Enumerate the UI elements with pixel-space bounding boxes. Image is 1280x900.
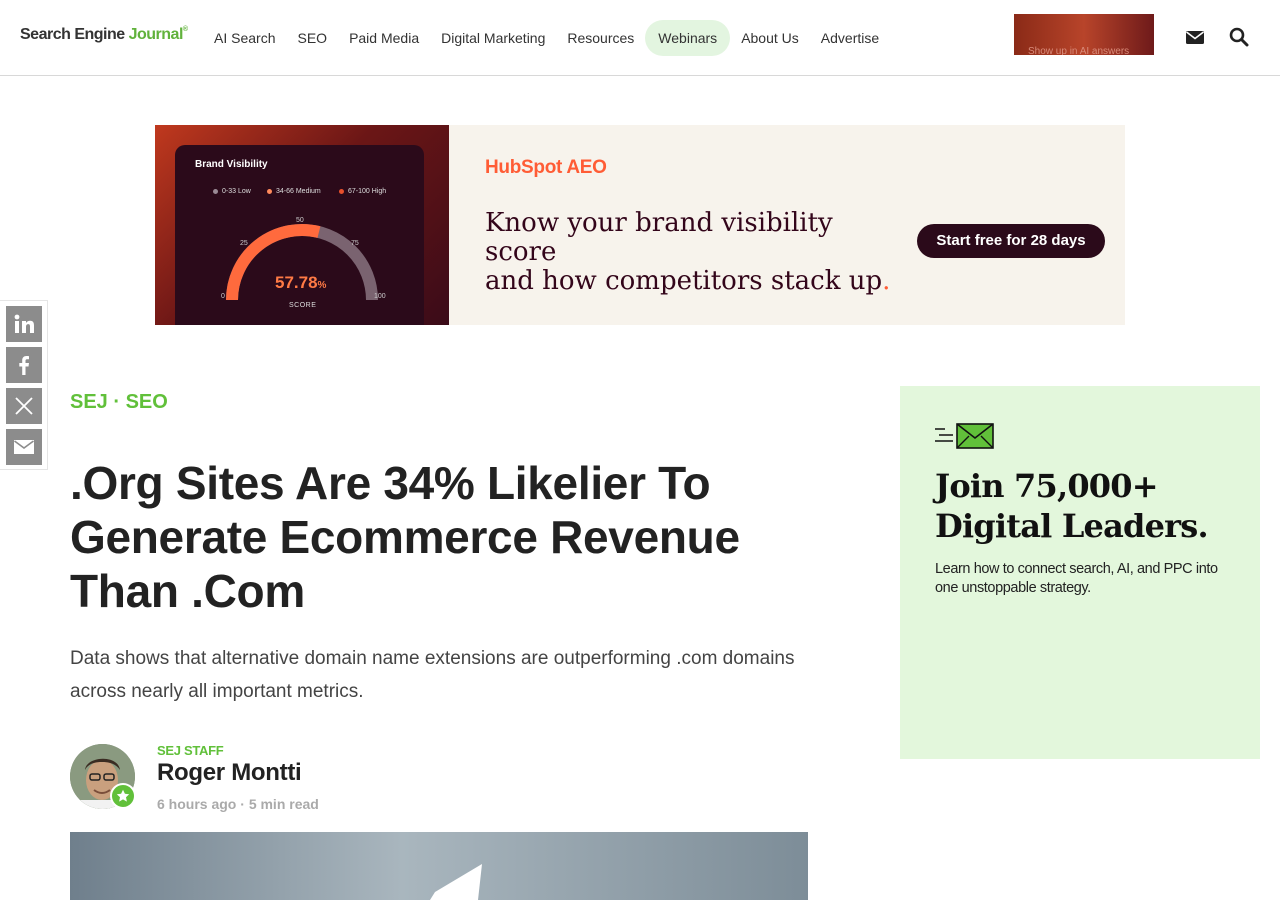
legend-low-label: 0-33 Low <box>222 188 251 195</box>
gauge-value-number: 57.78 <box>275 273 318 292</box>
star-icon <box>116 789 130 802</box>
search-icon[interactable] <box>1229 27 1249 47</box>
linkedin-icon <box>14 314 34 333</box>
article-title: .Org Sites Are 34% Likelier To Generate … <box>70 457 740 617</box>
gauge-tick-0: 0 <box>221 293 225 300</box>
x-icon <box>15 397 33 415</box>
gauge-tick-75: 75 <box>351 240 359 247</box>
hubspot-brand: HubSpot <box>485 157 563 178</box>
gauge-value: 57.78% <box>275 273 326 293</box>
logo-registered-mark: ® <box>182 26 188 33</box>
nav-item-webinars[interactable]: Webinars <box>645 20 731 56</box>
gauge-value-unit: % <box>317 280 327 291</box>
ad-headline: Know your brand visibility score and how … <box>485 209 905 296</box>
banner-ad[interactable]: Brand Visibility 0-33 Low 34-66 Medium 6… <box>155 125 1125 325</box>
dashboard-title: Brand Visibility <box>195 159 268 170</box>
legend-low: 0-33 Low <box>213 188 251 195</box>
ad-headline-line2: and how competitors stack up <box>485 266 883 296</box>
legend-medium-label: 34-66 Medium <box>276 188 321 195</box>
social-share-bar <box>0 300 48 470</box>
promo-text: Learn how to connect search, AI, and PPC… <box>935 561 1218 596</box>
hubspot-aeo: AEO <box>566 157 607 178</box>
author-role: SEJ STAFF <box>157 743 224 758</box>
share-linkedin-button[interactable] <box>6 306 42 342</box>
nav-item-ai-search[interactable]: AI Search <box>203 20 286 56</box>
share-email-button[interactable] <box>6 429 42 465</box>
article-category[interactable]: SEJ · SEO <box>70 391 168 414</box>
site-logo[interactable]: Search Engine Journal® <box>20 26 188 44</box>
article-meta: 6 hours ago · 5 min read <box>157 796 319 812</box>
article-hero-image <box>70 832 808 900</box>
promo-title: Join 75,000+ Digital Leaders. <box>935 467 1209 545</box>
nav-item-seo[interactable]: SEO <box>286 20 338 56</box>
ad-headline-line1: Know your brand visibility score <box>485 208 833 267</box>
ad-headline-dot: . <box>882 266 891 296</box>
main-nav: AI Search SEO Paid Media Digital Marketi… <box>203 20 890 56</box>
gauge-tick-100: 100 <box>374 293 386 300</box>
header-promo-text: Show up in AI answers <box>1028 46 1130 55</box>
logo-text-journal: Journal <box>128 26 184 43</box>
legend-high: 67-100 High <box>339 188 386 195</box>
facebook-icon <box>19 356 29 375</box>
article-dek: Data shows that alternative domain name … <box>70 648 795 702</box>
published-time: 6 hours ago <box>157 796 237 812</box>
nav-item-paid-media[interactable]: Paid Media <box>338 20 430 56</box>
email-icon <box>14 440 34 454</box>
share-x-button[interactable] <box>6 388 42 424</box>
legend-medium: 34-66 Medium <box>267 188 321 195</box>
hero-illustration <box>430 864 482 900</box>
envelope-icon <box>935 423 994 449</box>
author-name[interactable]: Roger Montti <box>157 759 302 787</box>
header-promo-ad[interactable]: Show up in AI answers <box>1014 14 1154 55</box>
share-facebook-button[interactable] <box>6 347 42 383</box>
read-time: 5 min read <box>248 796 319 812</box>
start-free-trial-button[interactable]: Start free for 28 days <box>917 224 1105 258</box>
staff-badge <box>110 783 136 809</box>
mail-icon[interactable] <box>1185 27 1205 47</box>
hubspot-logo: HubSpot AEO <box>485 157 607 179</box>
meta-separator: · <box>240 796 245 812</box>
gauge-sublabel: SCORE <box>289 302 317 309</box>
newsletter-promo[interactable]: Join 75,000+ Digital Leaders. Learn how … <box>900 386 1260 759</box>
nav-item-advertise[interactable]: Advertise <box>810 20 890 56</box>
nav-item-about-us[interactable]: About Us <box>730 20 810 56</box>
site-header: Search Engine Journal® AI Search SEO Pai… <box>0 0 1280 76</box>
logo-text: Search Engine <box>20 26 129 43</box>
nav-item-digital-marketing[interactable]: Digital Marketing <box>430 20 556 56</box>
nav-item-resources[interactable]: Resources <box>556 20 645 56</box>
gauge-tick-25: 25 <box>240 240 248 247</box>
gauge-tick-50: 50 <box>296 217 304 224</box>
legend-high-label: 67-100 High <box>348 188 387 195</box>
